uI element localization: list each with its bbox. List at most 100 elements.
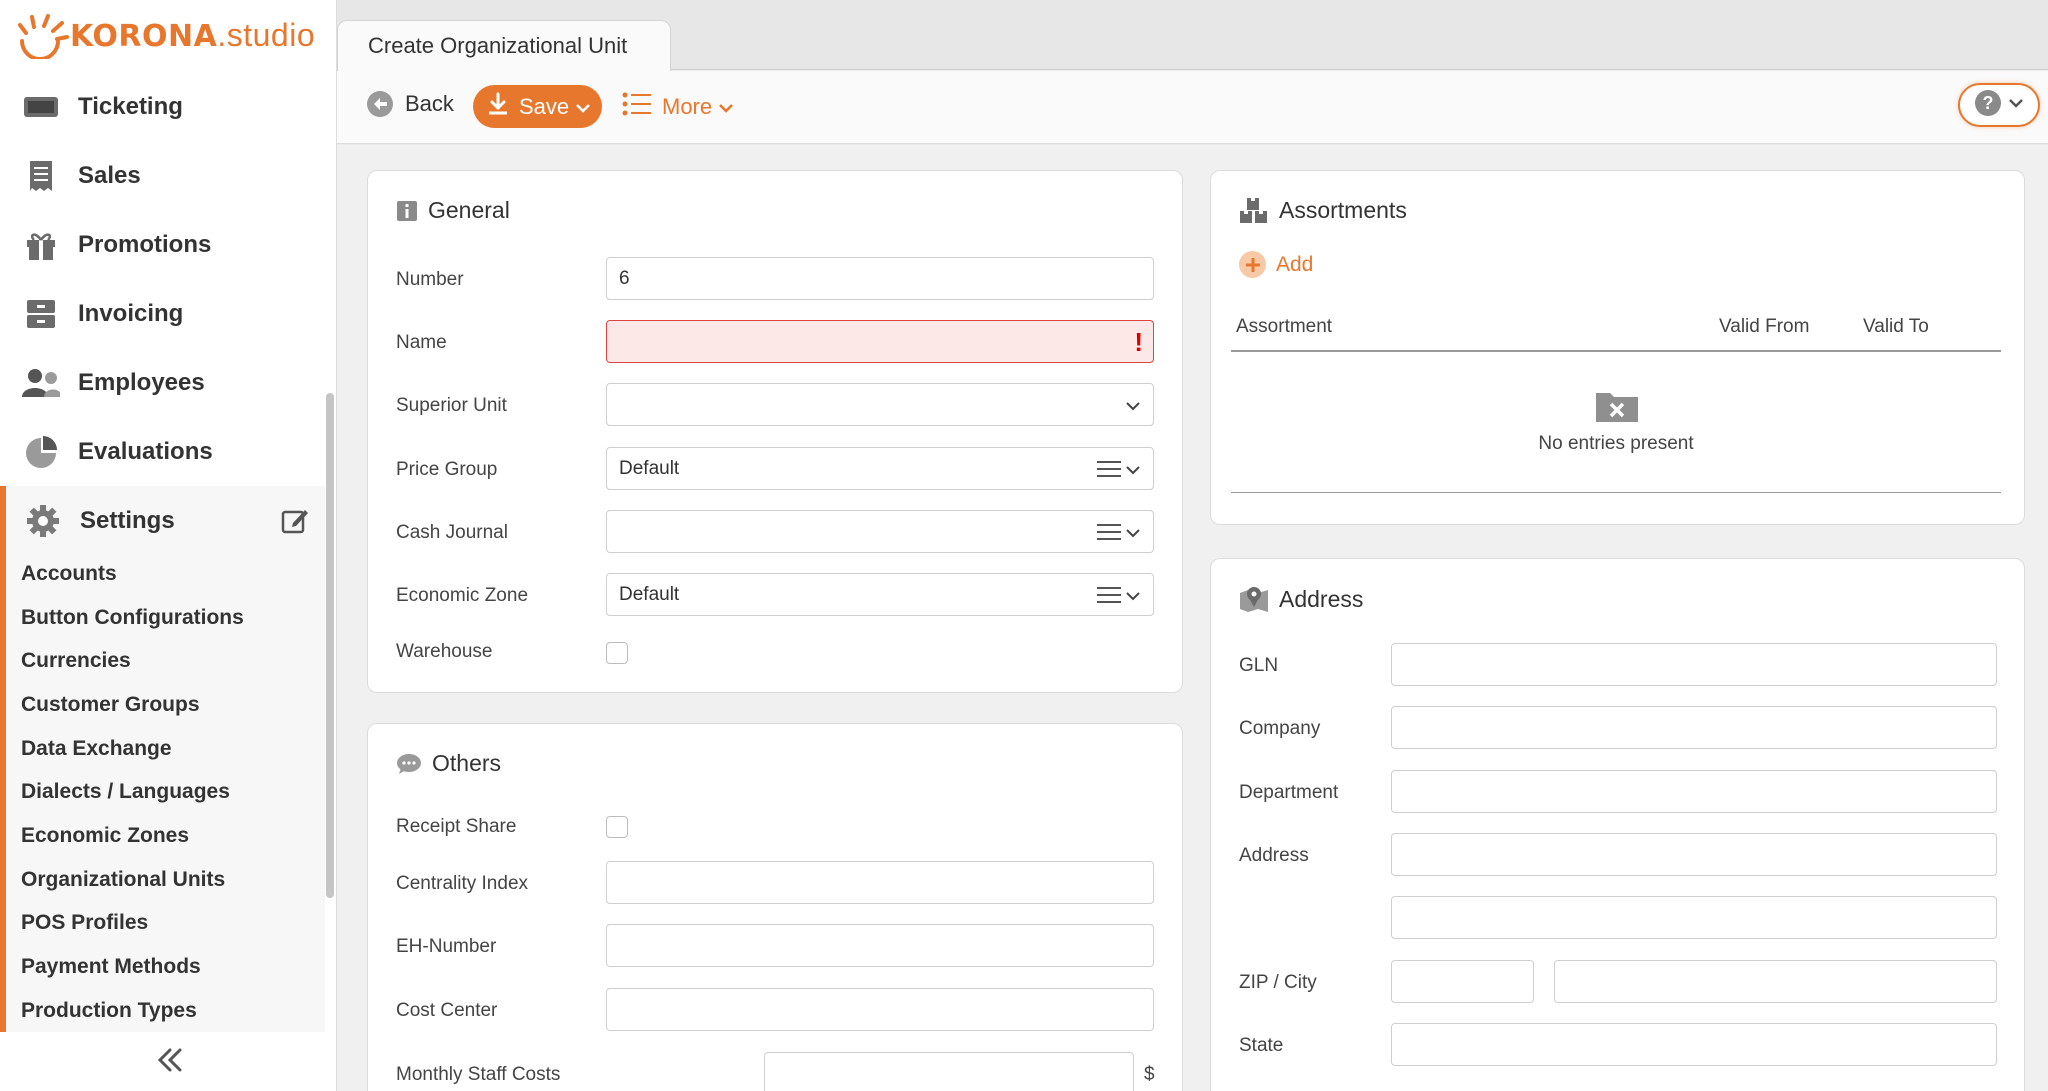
back-label: Back <box>405 91 454 116</box>
list-icon[interactable] <box>1097 585 1121 611</box>
panel-title-text: Others <box>432 750 502 776</box>
ticket-icon <box>22 88 60 126</box>
list-icon[interactable] <box>1097 522 1121 548</box>
address-line2-field[interactable] <box>1391 896 1997 939</box>
chevron-down-icon <box>1125 396 1141 418</box>
submenu-item-organizational-units[interactable]: Organizational Units <box>6 858 325 902</box>
back-arrow-icon <box>367 91 393 117</box>
submenu-item-customer-groups[interactable]: Customer Groups <box>6 683 325 727</box>
main-nav: Ticketing Sales Promotions Invoicing Emp… <box>0 72 325 555</box>
zip-field[interactable] <box>1391 960 1534 1003</box>
company-field[interactable] <box>1391 706 1997 749</box>
address-line1-field[interactable] <box>1391 833 1997 876</box>
tab-bar: Create Organizational Unit <box>337 0 2048 71</box>
monthly-staff-costs-field[interactable] <box>764 1052 1134 1091</box>
submenu-item-accounts[interactable]: Accounts <box>6 552 325 596</box>
sidebar-scrollbar[interactable] <box>326 393 334 898</box>
map-marker-icon <box>1239 585 1269 613</box>
price-group-value: Default <box>619 457 680 479</box>
gln-field[interactable] <box>1391 643 1997 686</box>
logo[interactable]: KORONA.studio <box>12 10 315 60</box>
state-field[interactable] <box>1391 1023 1997 1066</box>
plus-icon <box>1239 251 1266 278</box>
centrality-index-field[interactable] <box>606 861 1154 904</box>
superior-unit-select[interactable] <box>606 383 1154 426</box>
submenu-item-pos-profiles[interactable]: POS Profiles <box>6 902 325 946</box>
add-label: Add <box>1276 252 1314 276</box>
receipt-icon <box>22 157 60 195</box>
zip-city-label: ZIP / City <box>1239 972 1317 993</box>
list-icon[interactable] <box>1097 459 1121 485</box>
comment-icon <box>396 753 422 775</box>
info-icon <box>396 200 418 222</box>
eh-number-field[interactable] <box>606 924 1154 967</box>
panel-title-text: Assortments <box>1279 197 1407 223</box>
submenu-item-economic-zones[interactable]: Economic Zones <box>6 814 325 858</box>
assortments-table-header: Assortment Valid From Valid To <box>1231 316 2001 352</box>
general-panel: General Number 6 Name ! Superior Unit Pr… <box>367 170 1183 693</box>
sidebar-item-label: Invoicing <box>78 299 184 327</box>
gln-label: GLN <box>1239 655 1279 676</box>
sidebar: KORONA.studio Ticketing Sales Promotions… <box>0 0 337 1091</box>
cost-center-field[interactable] <box>606 988 1154 1031</box>
column-header[interactable]: Assortment <box>1236 316 1332 338</box>
submenu-item-data-exchange[interactable]: Data Exchange <box>6 727 325 771</box>
add-assortment-button[interactable]: Add <box>1239 251 1313 278</box>
sidebar-item-settings[interactable]: Settings <box>0 486 325 555</box>
tab-create-organizational-unit[interactable]: Create Organizational Unit <box>337 20 671 71</box>
economic-zone-label: Economic Zone <box>396 585 529 606</box>
cash-journal-select[interactable] <box>606 510 1154 553</box>
eh-number-label: EH-Number <box>396 936 497 957</box>
submenu-item-button-configurations[interactable]: Button Configurations <box>6 596 325 640</box>
address-title: Address <box>1239 585 1363 613</box>
help-button[interactable]: ? <box>1958 83 2040 127</box>
sidebar-item-label: Ticketing <box>78 92 183 120</box>
sidebar-item-label: Evaluations <box>78 437 213 465</box>
economic-zone-select[interactable]: Default <box>606 573 1154 616</box>
submenu-item-dialects-languages[interactable]: Dialects / Languages <box>6 770 325 814</box>
download-icon <box>487 92 509 122</box>
save-label: Save <box>519 93 570 119</box>
sidebar-item-promotions[interactable]: Promotions <box>0 210 325 279</box>
superior-unit-label: Superior Unit <box>396 395 507 416</box>
error-icon: ! <box>1134 327 1143 357</box>
more-button[interactable]: More <box>622 91 734 123</box>
submenu-item-payment-methods[interactable]: Payment Methods <box>6 945 325 989</box>
receipt-share-checkbox[interactable] <box>606 816 628 838</box>
column-header[interactable]: Valid From <box>1719 316 1809 338</box>
general-title: General <box>396 197 510 224</box>
save-button[interactable]: Save <box>473 85 602 128</box>
warehouse-label: Warehouse <box>396 641 493 662</box>
warehouse-checkbox[interactable] <box>606 642 628 664</box>
submenu-item-production-types[interactable]: Production Types <box>6 989 325 1032</box>
address-panel: Address GLN Company Department Address Z… <box>1210 558 2025 1091</box>
back-button[interactable]: Back <box>367 91 454 117</box>
collapse-sidebar-icon[interactable] <box>150 1040 190 1080</box>
chevron-down-icon <box>1125 523 1141 545</box>
panel-title-text: General <box>428 197 510 223</box>
empty-folder-icon <box>1595 389 1639 428</box>
sidebar-item-sales[interactable]: Sales <box>0 141 325 210</box>
department-field[interactable] <box>1391 770 1997 813</box>
economic-zone-value: Default <box>619 583 680 605</box>
price-group-label: Price Group <box>396 459 498 480</box>
sidebar-item-ticketing[interactable]: Ticketing <box>0 72 325 141</box>
sidebar-item-label: Settings <box>80 506 175 534</box>
svg-text:?: ? <box>1983 93 1994 113</box>
sidebar-item-evaluations[interactable]: Evaluations <box>0 417 325 486</box>
currency-symbol: $ <box>1144 1064 1155 1085</box>
name-field[interactable]: ! <box>606 320 1154 363</box>
name-label: Name <box>396 332 447 353</box>
city-field[interactable] <box>1554 960 1997 1003</box>
panel-title-text: Address <box>1279 585 1364 612</box>
column-header[interactable]: Valid To <box>1863 316 1929 338</box>
monthly-staff-costs-label: Monthly Staff Costs <box>396 1064 561 1085</box>
edit-icon[interactable] <box>281 506 309 541</box>
number-field[interactable]: 6 <box>606 257 1154 300</box>
price-group-select[interactable]: Default <box>606 447 1154 490</box>
assortments-panel: Assortments Add Assortment Valid From Va… <box>1210 170 2025 525</box>
help-icon: ? <box>1974 89 2002 122</box>
submenu-item-currencies[interactable]: Currencies <box>6 639 325 683</box>
sidebar-item-invoicing[interactable]: Invoicing <box>0 279 325 348</box>
sidebar-item-employees[interactable]: Employees <box>0 348 325 417</box>
